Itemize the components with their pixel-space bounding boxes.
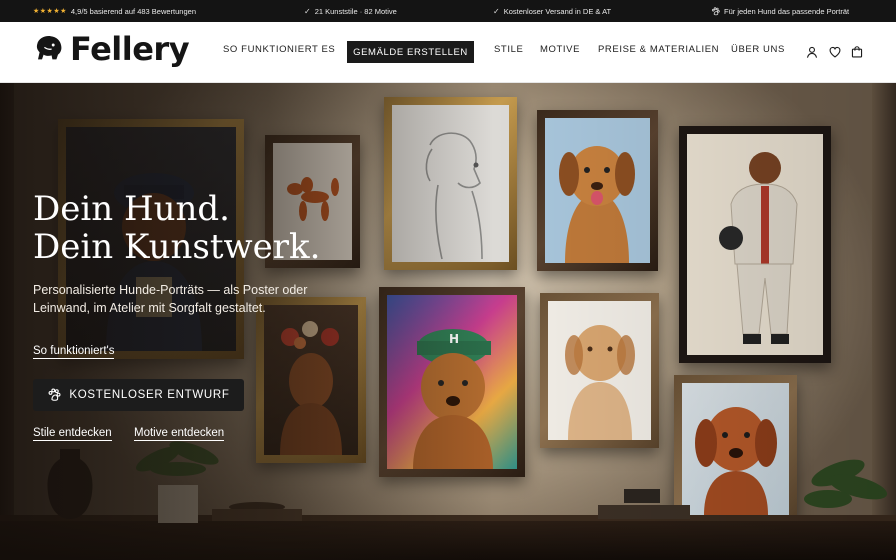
shipping-info: ✓ Kostenloser Versand in DE & AT xyxy=(493,0,611,22)
hero-subtitle-line-1: Personalisierte Hunde-Porträts — als Pos… xyxy=(33,283,308,297)
nav-about[interactable]: ÜBER UNS xyxy=(731,44,785,55)
wishlist-heart-icon[interactable] xyxy=(828,45,842,59)
nav-prices-materials[interactable]: PREISE & MATERIALIEN xyxy=(598,44,719,55)
dog-logo-icon xyxy=(36,36,62,60)
rating-stars: ★★★★★ xyxy=(33,8,67,15)
paw-icon xyxy=(711,6,720,15)
portrait-text: Für jeden Hund das passende Porträt xyxy=(724,6,850,16)
free-draft-button[interactable]: KOSTENLOSER ENTWURF xyxy=(33,379,244,411)
hero-subtitle-line-2: Leinwand, im Atelier mit Sorgfalt gestal… xyxy=(33,301,266,315)
account-icon[interactable] xyxy=(805,45,819,59)
logo-text: Fellery xyxy=(70,30,190,68)
discover-motifs-link[interactable]: Motive entdecken xyxy=(134,427,225,441)
nav-how-it-works[interactable]: SO FUNKTIONIERT ES xyxy=(223,44,335,55)
nav-motifs[interactable]: MOTIVE xyxy=(540,44,580,55)
hero-title-line-2: Dein Kunstwerk. xyxy=(33,227,321,267)
check-icon: ✓ xyxy=(304,6,311,16)
logo[interactable]: Fellery xyxy=(34,30,190,68)
hero-section: H xyxy=(0,83,896,560)
nav-create-painting-button[interactable]: GEMÄLDE ERSTELLEN xyxy=(347,41,474,63)
paw-icon xyxy=(48,388,61,401)
nav-styles[interactable]: STILE xyxy=(494,44,523,55)
shipping-text: Kostenloser Versand in DE & AT xyxy=(503,6,612,16)
announcement-bar: ★★★★★ 4,9/5 basierend auf 483 Bewertunge… xyxy=(0,0,896,22)
hero-overlay xyxy=(0,83,896,560)
cart-icon[interactable] xyxy=(850,45,864,59)
free-draft-label: KOSTENLOSER ENTWURF xyxy=(69,389,230,401)
discover-styles-link[interactable]: Stile entdecken xyxy=(33,427,112,441)
styles-info: ✓ 21 Kunststile · 82 Motive xyxy=(304,0,397,22)
styles-text: 21 Kunststile · 82 Motive xyxy=(314,6,397,16)
how-it-works-link[interactable]: So funktioniert's xyxy=(33,345,115,359)
rating-info: ★★★★★ 4,9/5 basierend auf 483 Bewertunge… xyxy=(33,0,196,22)
portrait-info: Für jeden Hund das passende Porträt xyxy=(711,0,849,22)
check-icon: ✓ xyxy=(493,6,500,16)
hero-title-line-1: Dein Hund. xyxy=(33,189,230,229)
rating-text: 4,9/5 basierend auf 483 Bewertungen xyxy=(70,6,196,16)
site-header: Fellery SO FUNKTIONIERT ES GEMÄLDE ERSTE… xyxy=(0,22,896,83)
